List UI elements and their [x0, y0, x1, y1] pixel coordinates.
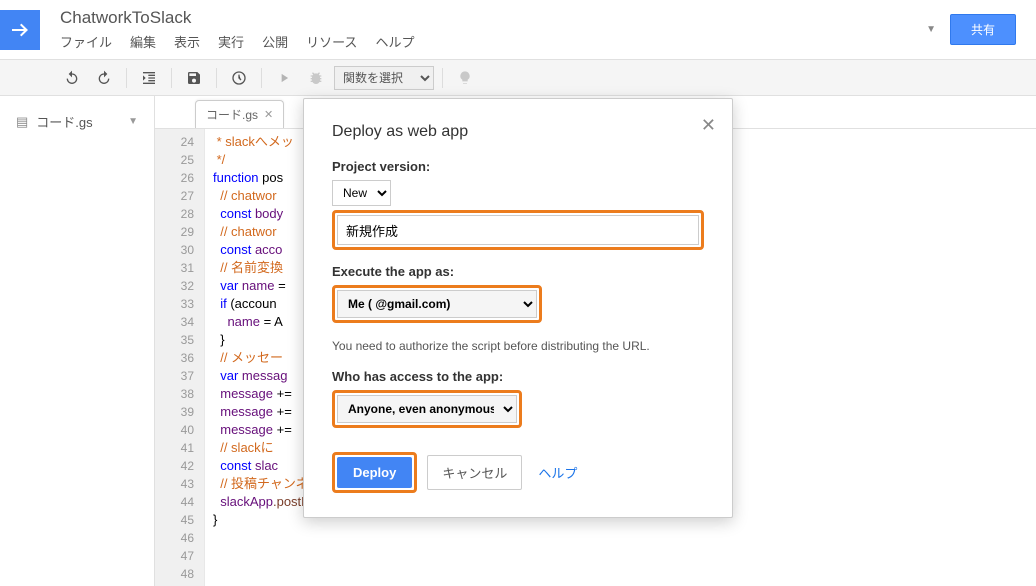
highlight-execute-as: Me ( @gmail.com): [332, 285, 542, 323]
access-label: Who has access to the app:: [332, 369, 704, 384]
version-label: Project version:: [332, 159, 704, 174]
modal-backdrop: ✕ Deploy as web app Project version: New…: [0, 0, 1036, 586]
version-select[interactable]: New: [332, 180, 391, 206]
deploy-button[interactable]: Deploy: [337, 457, 412, 488]
version-field: Project version: New: [332, 159, 704, 250]
modal-close-button[interactable]: ✕: [701, 115, 716, 136]
execute-as-label: Execute the app as:: [332, 264, 704, 279]
help-link[interactable]: ヘルプ: [538, 463, 577, 482]
highlight-access: Anyone, even anonymous: [332, 390, 522, 428]
access-field: Who has access to the app: Anyone, even …: [332, 369, 704, 438]
highlight-deploy: Deploy: [332, 452, 417, 493]
auth-note: You need to authorize the script before …: [332, 339, 704, 353]
execute-as-select[interactable]: Me ( @gmail.com): [337, 290, 537, 318]
execute-as-field: Execute the app as: Me ( @gmail.com) You…: [332, 264, 704, 353]
modal-buttons: Deploy キャンセル ヘルプ: [332, 452, 704, 493]
modal-title: Deploy as web app: [332, 123, 704, 141]
highlight-version-desc: [332, 210, 704, 250]
cancel-button[interactable]: キャンセル: [427, 455, 522, 490]
deploy-modal: ✕ Deploy as web app Project version: New…: [303, 98, 733, 518]
version-description-input[interactable]: [337, 215, 699, 245]
access-select[interactable]: Anyone, even anonymous: [337, 395, 517, 423]
